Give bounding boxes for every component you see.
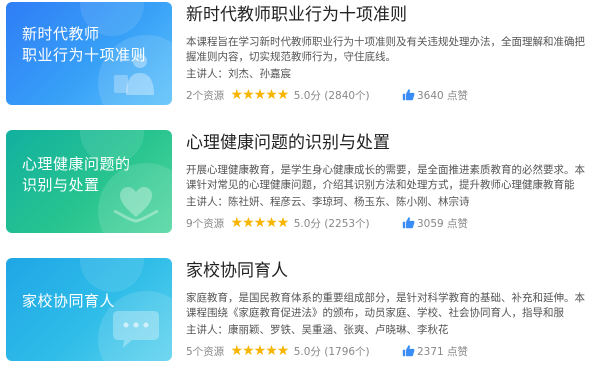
like-count: 2371 点赞 — [417, 346, 469, 358]
resource-count: 9个资源 — [186, 218, 225, 230]
star-icon: ★ — [230, 87, 244, 103]
rating-count: (1796个) — [324, 346, 370, 358]
thumbnail-title-line: 心理健康问题的 — [22, 155, 131, 173]
course-info: 新时代教师职业行为十项准则 本课程旨在学习新时代教师职业行为十项准则及有关违规处… — [186, 0, 594, 104]
course-title[interactable]: 家校协同育人 — [186, 260, 594, 282]
star-icon: ★ — [276, 215, 290, 231]
thumbs-up-icon — [402, 89, 415, 101]
rating-stars: ★★★★★ — [230, 343, 290, 360]
course-thumbnail[interactable]: 心理健康问题的 识别与处置 — [6, 130, 172, 233]
star-icon: ★ — [253, 343, 267, 359]
course-title[interactable]: 心理健康问题的识别与处置 — [186, 132, 594, 154]
course-lecturers: 主讲人：康丽颖、罗铁、吴重涵、张爽、卢晓琳、李秋花 — [186, 324, 449, 336]
rating-score: 5.0分 — [293, 346, 321, 358]
course-description: 本课程旨在学习新时代教师职业行为十项准则及有关违规处理办法，全面理解和准确把握准… — [186, 36, 585, 63]
like-count: 3640 点赞 — [417, 90, 469, 102]
star-icon: ★ — [276, 343, 290, 359]
thumbnail-title-line: 职业行为十项准则 — [22, 46, 147, 64]
course-description: 开展心理健康教育，是学生身心健康成长的需要，是全面推进素质教育的必然要求。本课针… — [186, 164, 585, 191]
thumbs-up-icon — [402, 345, 415, 357]
course-info: 家校协同育人 家庭教育，是国民教育体系的重要组成部分，是针对科学教育的基础、补充… — [186, 256, 594, 360]
star-icon: ★ — [242, 87, 255, 103]
rating-count: (2253个) — [324, 218, 370, 230]
thumbs-up-icon — [402, 217, 415, 229]
thumbnail-title-line: 识别与处置 — [22, 176, 100, 194]
like-count: 3059 点赞 — [417, 218, 469, 230]
course-lecturers: 主讲人：陈社妍、程彦云、李琼珂、杨玉东、陈小刚、林宗诗 — [186, 196, 470, 208]
course-thumbnail[interactable]: 家校协同育人 — [6, 258, 172, 361]
course-meta: 2个资源 ★★★★★ 5.0分 (2840个) 3640 点赞 — [186, 88, 594, 104]
star-icon: ★ — [230, 343, 244, 359]
resource-count: 2个资源 — [186, 90, 225, 102]
star-icon: ★ — [230, 215, 244, 231]
star-icon: ★ — [276, 87, 290, 103]
star-icon: ★ — [265, 343, 278, 359]
course-meta: 5个资源 ★★★★★ 5.0分 (1796个) 2371 点赞 — [186, 344, 594, 360]
like-button[interactable]: 3059 点赞 — [402, 216, 468, 232]
course-thumbnail[interactable]: 新时代教师 职业行为十项准则 — [6, 2, 172, 105]
star-icon: ★ — [242, 215, 255, 231]
like-button[interactable]: 2371 点赞 — [402, 344, 468, 360]
rating-stars: ★★★★★ — [230, 87, 290, 104]
course-meta: 9个资源 ★★★★★ 5.0分 (2253个) 3059 点赞 — [186, 216, 594, 232]
heart-hands-icon — [113, 187, 159, 223]
course-list: 新时代教师 职业行为十项准则 新时代教师职业行为十项准则 本课程旨在学习新时代教… — [0, 0, 600, 373]
course-card[interactable]: 家校协同育人 家校协同育人 家庭教育，是国民教育体系的重要组成部分，是针对科学教… — [0, 256, 600, 368]
rating-stars: ★★★★★ — [230, 215, 290, 232]
star-icon: ★ — [242, 343, 255, 359]
course-description: 家庭教育，是国民教育体系的重要组成部分，是针对科学教育的基础、补充和延伸。本课程… — [186, 292, 585, 319]
course-card[interactable]: 心理健康问题的 识别与处置 心理健康问题的识别与处置 开展心理健康教育，是学生身… — [0, 128, 600, 240]
like-button[interactable]: 3640 点赞 — [402, 88, 468, 104]
star-icon: ★ — [265, 87, 278, 103]
thumbnail-title-line: 家校协同育人 — [22, 292, 116, 310]
thumbnail-title-line: 新时代教师 — [22, 25, 100, 43]
thumbnail-decoration — [80, 258, 144, 292]
course-title[interactable]: 新时代教师职业行为十项准则 — [186, 4, 594, 26]
star-icon: ★ — [253, 215, 267, 231]
rating-score: 5.0分 — [293, 90, 321, 102]
resource-count: 5个资源 — [186, 346, 225, 358]
star-icon: ★ — [265, 215, 278, 231]
course-info: 心理健康问题的识别与处置 开展心理健康教育，是学生身心健康成长的需要，是全面推进… — [186, 128, 594, 232]
star-icon: ★ — [253, 87, 267, 103]
rating-count: (2840个) — [324, 90, 370, 102]
course-card[interactable]: 新时代教师 职业行为十项准则 新时代教师职业行为十项准则 本课程旨在学习新时代教… — [0, 0, 600, 112]
rating-score: 5.0分 — [293, 218, 321, 230]
course-lecturers: 主讲人：刘杰、孙嘉宸 — [186, 68, 291, 80]
chat-bubble-icon — [113, 311, 159, 348]
